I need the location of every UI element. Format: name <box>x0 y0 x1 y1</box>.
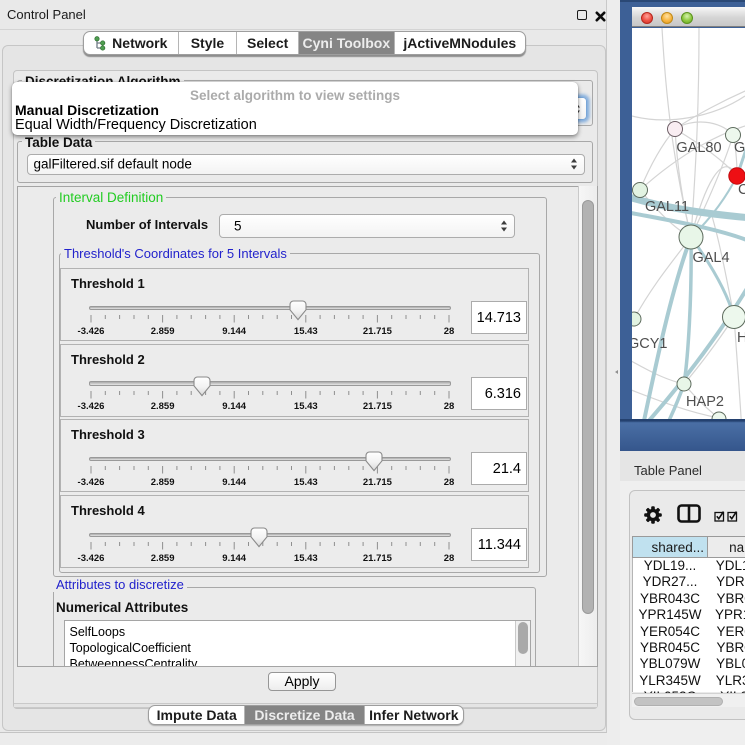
svg-text:GA: GA <box>734 140 745 156</box>
svg-text:C: C <box>738 182 745 198</box>
svg-text:GAL11: GAL11 <box>645 199 689 215</box>
svg-text:GAL4: GAL4 <box>692 250 729 266</box>
svg-text:GCY1: GCY1 <box>632 336 668 352</box>
svg-text:H: H <box>737 330 745 346</box>
svg-text:HAP2: HAP2 <box>686 394 724 410</box>
svg-text:GAL80: GAL80 <box>676 140 721 156</box>
